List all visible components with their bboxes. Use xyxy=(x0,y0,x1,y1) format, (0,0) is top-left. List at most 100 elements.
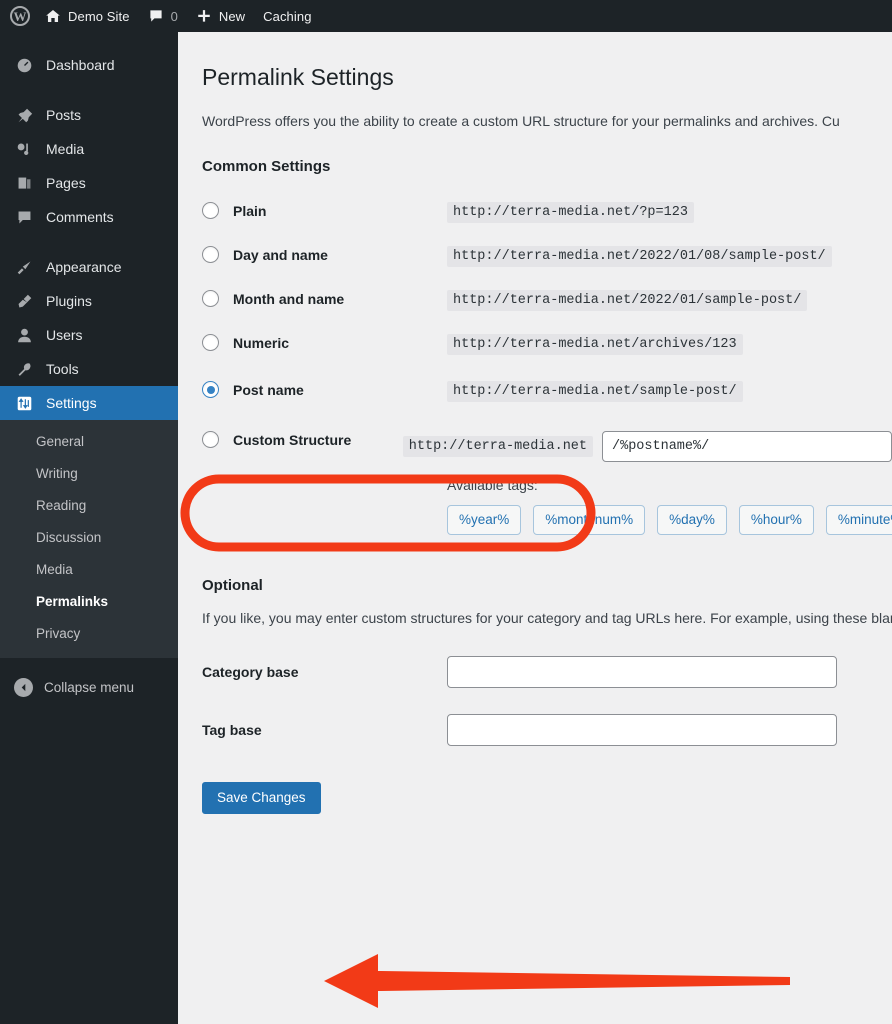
tag-button-hour[interactable]: %hour% xyxy=(738,505,814,536)
category-base-row: Category base xyxy=(202,655,892,688)
page-title: Permalink Settings xyxy=(202,64,394,90)
tag-button-monthnum[interactable]: %monthnum% xyxy=(533,505,646,536)
permalink-option-day-and-name[interactable]: Day and name http://terra-media.net/2022… xyxy=(202,245,892,268)
caching-label: Caching xyxy=(263,8,312,24)
option-right: http://terra-media.net/2022/01/08/sample… xyxy=(447,245,832,268)
caching-menu[interactable]: Caching xyxy=(254,0,320,32)
optional-heading: Optional xyxy=(202,577,263,595)
settings-submenu: General Writing Reading Discussion Media… xyxy=(0,420,178,658)
sidebar-label: Media xyxy=(46,141,85,157)
submenu-item-permalinks[interactable]: Permalinks xyxy=(0,586,178,618)
radio-custom-structure[interactable] xyxy=(202,431,219,449)
user-icon xyxy=(14,327,34,344)
tag-button-day[interactable]: %day% xyxy=(657,505,727,536)
comments-menu[interactable]: 0 xyxy=(139,0,187,32)
submenu-item-reading[interactable]: Reading xyxy=(0,490,178,522)
available-tags-label: Available tags: xyxy=(447,477,538,494)
option-label: Month and name xyxy=(233,290,345,307)
option-label: Plain xyxy=(233,202,267,219)
sidebar-item-users[interactable]: Users xyxy=(0,318,178,352)
radio-numeric[interactable] xyxy=(202,334,219,352)
wordpress-admin-screen: W Demo Site 0 New Caching Dashboard Post… xyxy=(0,0,892,1024)
wordpress-logo-menu[interactable]: W xyxy=(0,0,36,32)
tag-base-row: Tag base xyxy=(202,713,892,746)
sidebar-item-media[interactable]: Media xyxy=(0,132,178,166)
option-left: Post name xyxy=(202,380,447,399)
option-label: Numeric xyxy=(233,334,290,351)
sidebar-item-comments[interactable]: Comments xyxy=(0,200,178,234)
option-right: http://terra-media.net/sample-post/ xyxy=(447,380,743,403)
admin-bar: W Demo Site 0 New Caching xyxy=(0,0,892,32)
admin-sidebar: Dashboard Posts Media Pages Comments App… xyxy=(0,32,186,1024)
permalink-option-custom-structure[interactable]: Custom Structure http://terra-media.net xyxy=(202,430,892,463)
comments-icon xyxy=(14,209,34,226)
submenu-item-general[interactable]: General xyxy=(0,426,178,458)
option-left: Numeric xyxy=(202,333,447,352)
sidebar-item-dashboard[interactable]: Dashboard xyxy=(0,48,178,82)
radio-plain[interactable] xyxy=(202,202,219,220)
new-label: New xyxy=(218,8,246,24)
sidebar-item-pages[interactable]: Pages xyxy=(0,166,178,200)
pages-icon xyxy=(14,175,34,192)
permalink-option-month-and-name[interactable]: Month and name http://terra-media.net/20… xyxy=(202,289,892,312)
category-base-input[interactable] xyxy=(447,655,837,688)
submit-row: Save Changes xyxy=(202,781,892,814)
permalink-settings-content: Permalink Settings WordPress offers you … xyxy=(178,32,892,1024)
sidebar-item-settings[interactable]: Settings xyxy=(0,386,186,420)
radio-post-name[interactable] xyxy=(202,381,219,399)
sidebar-label: Appearance xyxy=(46,259,122,275)
comments-count: 0 xyxy=(170,8,178,24)
submenu-item-discussion[interactable]: Discussion xyxy=(0,522,178,554)
save-changes-button[interactable]: Save Changes xyxy=(202,781,321,814)
sidebar-label: Posts xyxy=(46,107,82,123)
brush-icon xyxy=(14,259,34,276)
sidebar-label: Dashboard xyxy=(46,57,115,73)
submenu-item-media[interactable]: Media xyxy=(0,554,178,586)
tag-button-year[interactable]: %year% xyxy=(447,505,522,536)
intro-text: WordPress offers you the ability to crea… xyxy=(202,112,840,129)
plug-icon xyxy=(14,293,34,310)
site-name-menu[interactable]: Demo Site xyxy=(36,0,139,32)
submenu-item-writing[interactable]: Writing xyxy=(0,458,178,490)
plus-icon xyxy=(196,8,212,24)
sidebar-label: Pages xyxy=(46,175,86,191)
custom-structure-prefix: http://terra-media.net xyxy=(402,436,593,458)
permalink-option-plain[interactable]: Plain http://terra-media.net/?p=123 xyxy=(202,201,892,224)
settings-icon xyxy=(14,395,34,412)
option-label: Custom Structure xyxy=(233,431,352,448)
option-left: Day and name xyxy=(202,245,447,264)
tag-base-label: Tag base xyxy=(202,721,262,738)
permalink-option-post-name[interactable]: Post name http://terra-media.net/sample-… xyxy=(202,380,892,403)
comment-bubble-icon xyxy=(148,8,164,24)
sidebar-item-appearance[interactable]: Appearance xyxy=(0,250,178,284)
radio-day-and-name[interactable] xyxy=(202,246,219,264)
optional-text: If you like, you may enter custom struct… xyxy=(202,610,892,627)
tag-button-minute[interactable]: %minute% xyxy=(825,505,892,536)
option-url-example: http://terra-media.net/archives/123 xyxy=(447,334,743,356)
sidebar-item-plugins[interactable]: Plugins xyxy=(0,284,178,318)
collapse-menu-button[interactable]: Collapse menu xyxy=(0,670,178,704)
home-icon xyxy=(45,8,61,24)
submenu-item-privacy[interactable]: Privacy xyxy=(0,618,178,650)
available-tags-list: %year% %monthnum% %day% %hour% %minute% xyxy=(447,505,892,536)
sidebar-label: Comments xyxy=(46,209,114,225)
option-right: http://terra-media.net/archives/123 xyxy=(447,333,743,356)
option-url-example: http://terra-media.net/2022/01/08/sample… xyxy=(447,246,832,268)
option-url-example: http://terra-media.net/?p=123 xyxy=(447,202,694,224)
permalink-option-numeric[interactable]: Numeric http://terra-media.net/archives/… xyxy=(202,333,892,356)
tag-base-input[interactable] xyxy=(447,713,837,746)
collapse-menu-label: Collapse menu xyxy=(44,679,135,695)
option-right: http://terra-media.net/2022/01/sample-po… xyxy=(447,289,808,312)
sidebar-item-posts[interactable]: Posts xyxy=(0,98,178,132)
sidebar-label: Tools xyxy=(46,361,79,377)
sidebar-item-tools[interactable]: Tools xyxy=(0,352,178,386)
sidebar-label: Settings xyxy=(46,395,97,411)
custom-structure-input[interactable] xyxy=(602,431,892,463)
radio-month-and-name[interactable] xyxy=(202,290,219,308)
pin-icon xyxy=(14,107,34,124)
option-label: Post name xyxy=(233,381,304,398)
option-label: Day and name xyxy=(233,246,328,263)
wordpress-logo-icon: W xyxy=(10,6,30,26)
new-content-menu[interactable]: New xyxy=(187,0,254,32)
option-url-example: http://terra-media.net/sample-post/ xyxy=(447,381,743,403)
